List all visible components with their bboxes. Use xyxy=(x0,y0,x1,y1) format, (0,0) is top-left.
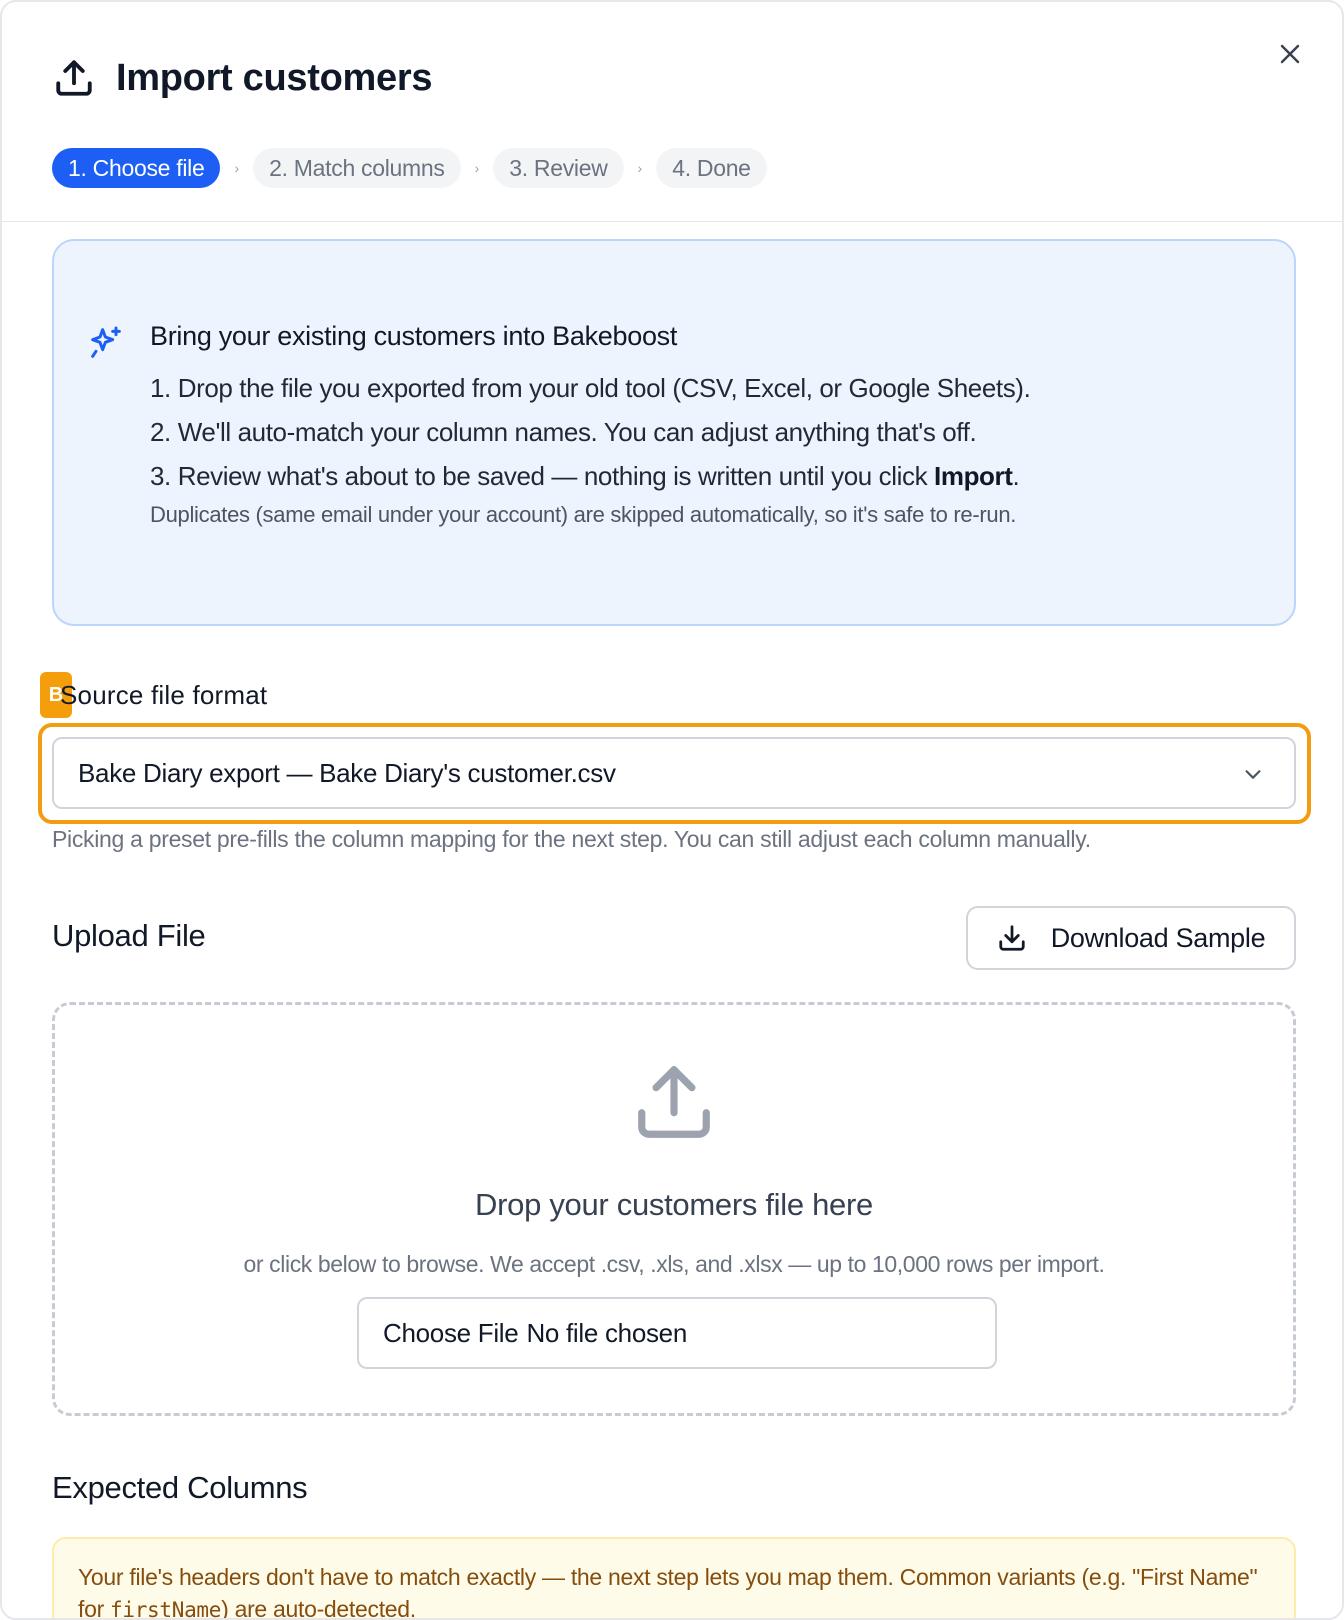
dropzone-subtitle: or click below to browse. We accept .csv… xyxy=(243,1251,1105,1277)
source-format-label: Source file format xyxy=(60,679,268,710)
source-format-select[interactable]: Bake Diary export — Bake Diary's custome… xyxy=(52,737,1296,809)
page-title: Import customers xyxy=(116,56,433,99)
expected-columns-heading: Expected Columns xyxy=(52,1470,308,1505)
modal-header: Import customers 1. Choose file › 2. Mat… xyxy=(2,2,1342,222)
step-separator: › xyxy=(637,160,643,176)
upload-icon xyxy=(52,56,96,100)
upload-icon xyxy=(631,1059,717,1145)
info-note: Duplicates (same email under your accoun… xyxy=(150,502,1017,527)
step-match-columns: 2. Match columns xyxy=(253,148,461,188)
file-input-status: No file chosen xyxy=(526,1317,687,1348)
dropzone-title: Drop your customers file here xyxy=(475,1187,873,1222)
info-step-1: 1. Drop the file you exported from your … xyxy=(150,373,1031,403)
file-dropzone[interactable]: Drop your customers file here or click b… xyxy=(52,1002,1296,1416)
step-separator: › xyxy=(234,160,240,176)
info-step-3-text: 3. Review what's about to be saved — not… xyxy=(150,461,935,491)
choose-file-button[interactable]: Choose File xyxy=(383,1318,519,1349)
source-format-hint: Picking a preset pre-fills the column ma… xyxy=(52,826,1091,852)
step-choose-file: 1. Choose file xyxy=(52,148,221,188)
source-format-value: Bake Diary export — Bake Diary's custome… xyxy=(78,757,616,788)
download-icon xyxy=(999,925,1025,951)
file-input[interactable]: Choose File No file chosen xyxy=(357,1297,997,1369)
step-done: 4. Done xyxy=(656,148,767,188)
info-step-3: 3. Review what's about to be saved — not… xyxy=(150,454,1254,498)
close-icon xyxy=(1280,44,1300,64)
source-format-label-row: B Source file format xyxy=(40,672,267,718)
close-button[interactable] xyxy=(1272,36,1308,72)
stepper: 1. Choose file › 2. Match columns › 3. R… xyxy=(52,148,767,188)
title-row: Import customers xyxy=(52,56,432,100)
import-customers-modal: Import customers 1. Choose file › 2. Mat… xyxy=(0,0,1344,1620)
chevron-down-icon xyxy=(1245,770,1261,779)
step-separator: › xyxy=(474,160,480,176)
note-code: firstName xyxy=(110,1598,222,1620)
info-import-keyword: Import xyxy=(934,461,1013,491)
expected-columns-note: Your file's headers don't have to match … xyxy=(52,1537,1296,1620)
info-body: Bring your existing customers into Bakeb… xyxy=(150,321,1254,528)
download-sample-button[interactable]: Download Sample xyxy=(966,906,1296,970)
info-panel: Bring your existing customers into Bakeb… xyxy=(52,239,1296,626)
sparkle-icon xyxy=(86,323,126,363)
step-review: 3. Review xyxy=(493,148,624,188)
info-title: Bring your existing customers into Bakeb… xyxy=(150,321,678,351)
info-step-3-end: . xyxy=(1012,461,1020,491)
info-step-2: 2. We'll auto-match your column names. Y… xyxy=(150,417,977,447)
upload-file-heading: Upload File xyxy=(52,918,206,953)
note-text-end: ) are auto-detected. xyxy=(221,1596,416,1620)
download-sample-label: Download Sample xyxy=(1050,922,1266,953)
